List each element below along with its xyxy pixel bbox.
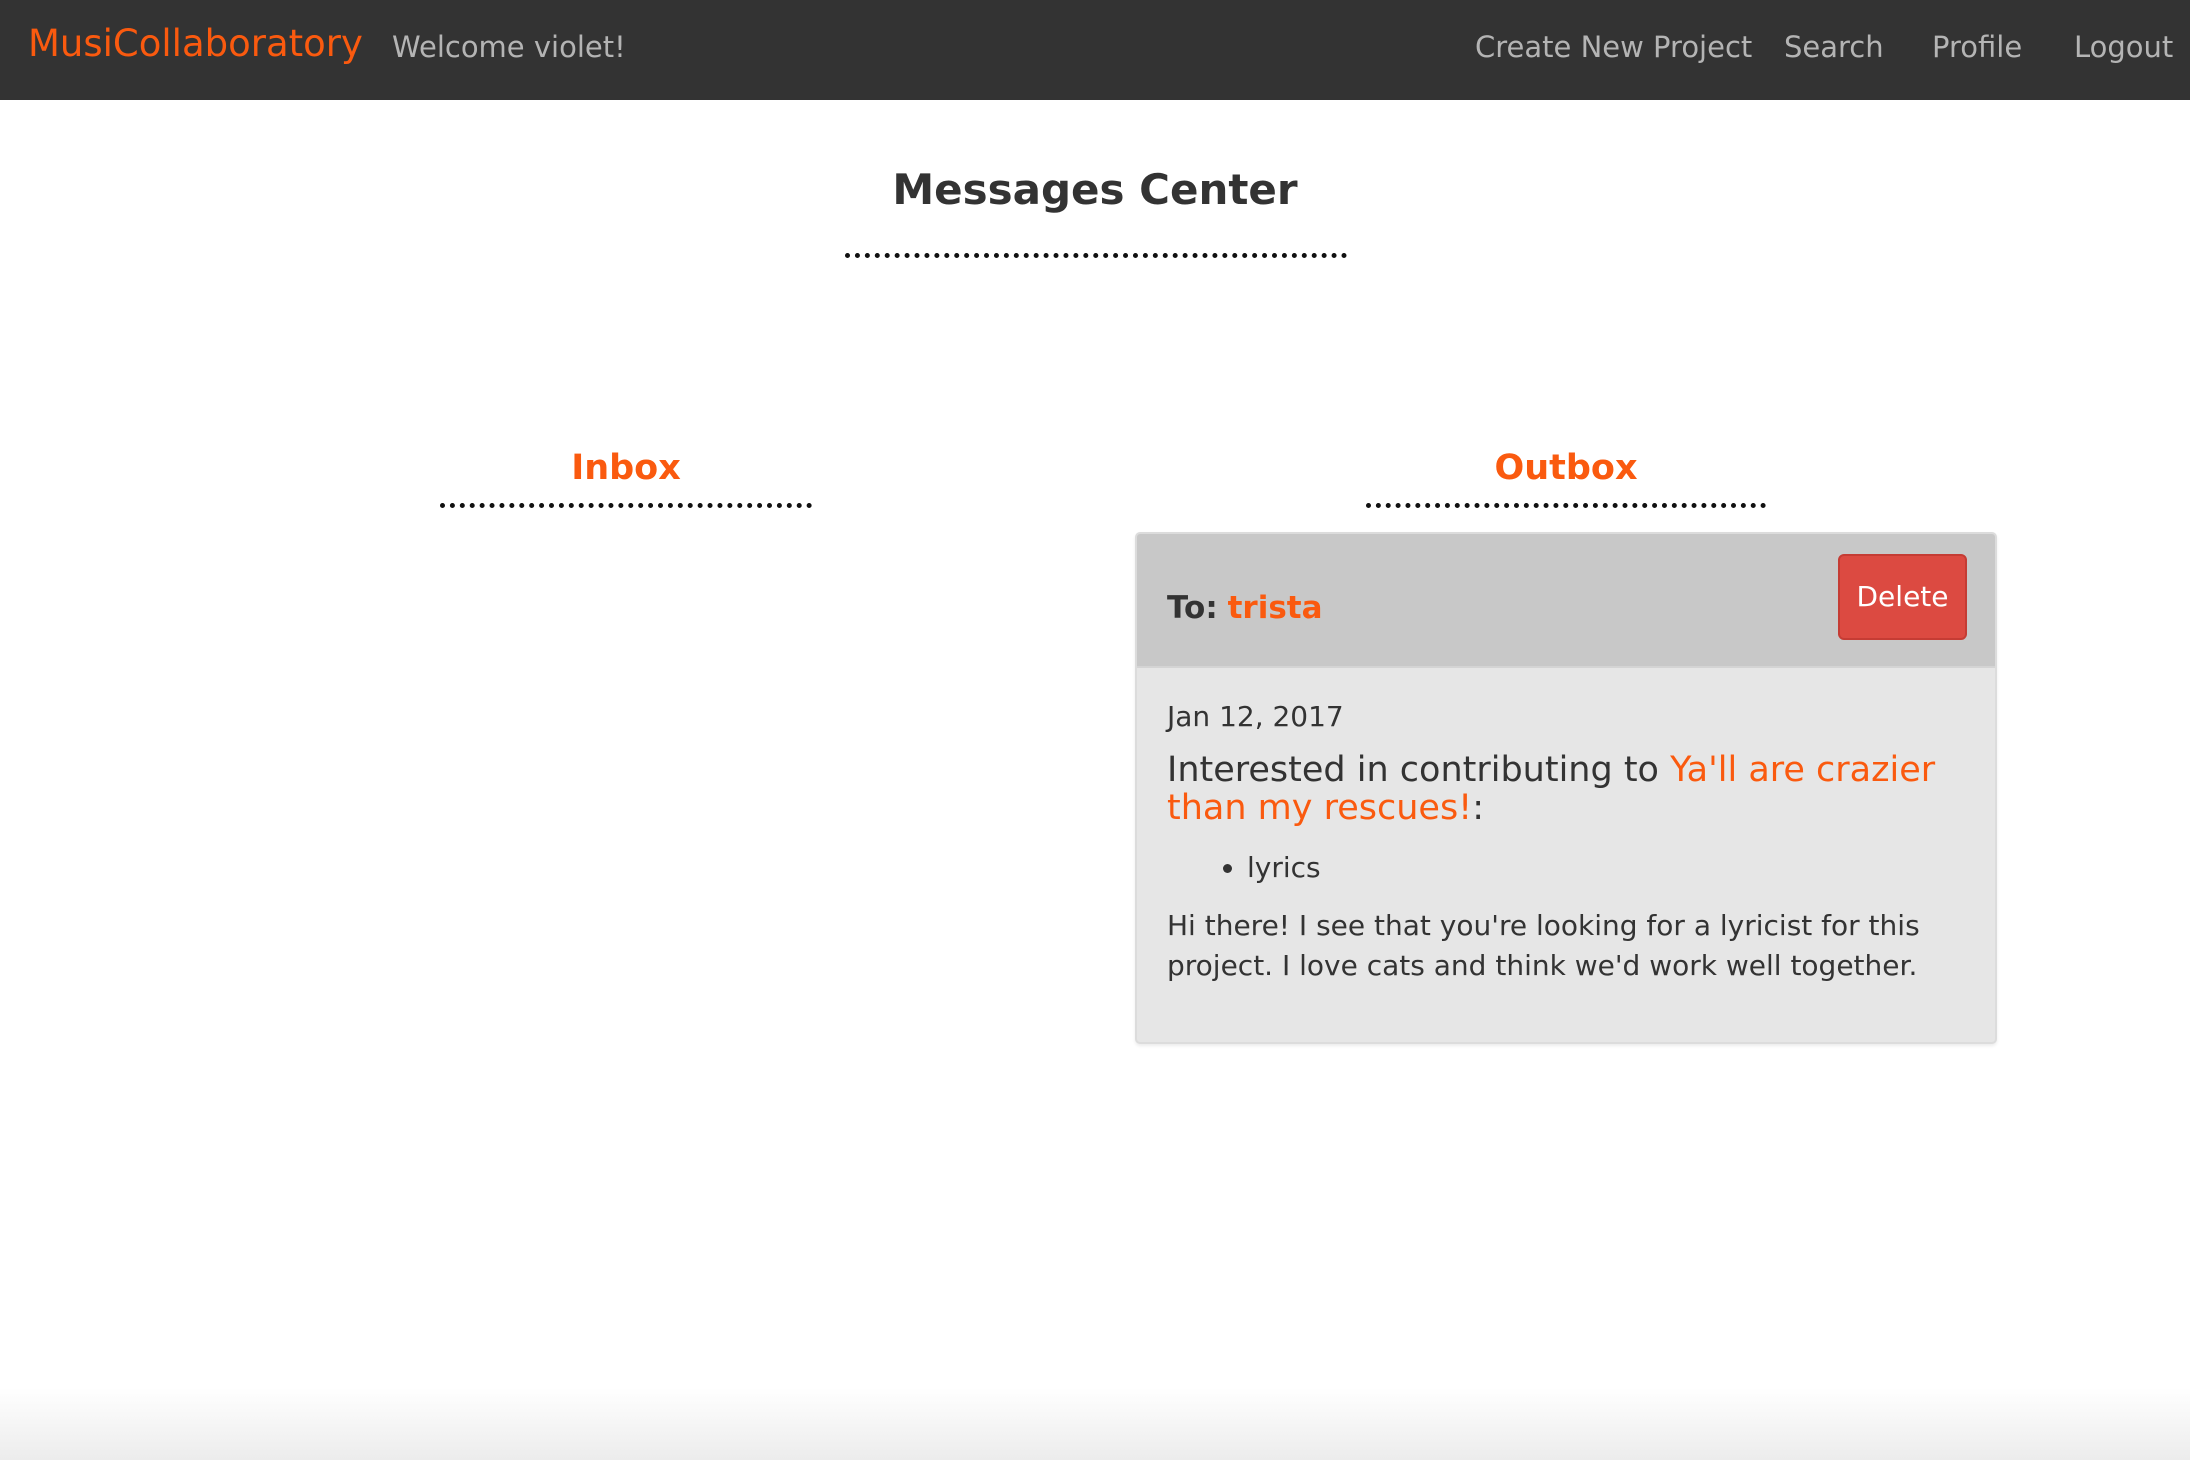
nav-profile-link[interactable]: Profile: [1932, 30, 2022, 64]
message-subject: Interested in contributing to Ya'll are …: [1167, 751, 1969, 827]
nav-search-link[interactable]: Search: [1784, 30, 1884, 64]
recipient-username-link[interactable]: trista: [1228, 590, 1323, 626]
bottom-fade: [0, 1388, 2190, 1460]
inbox-heading: Inbox: [571, 448, 681, 488]
subject-suffix: :: [1472, 788, 1485, 828]
message-roles-list: lyrics: [1167, 851, 1969, 884]
navbar: MusiCollaboratory Welcome violet! Create…: [0, 0, 2190, 100]
role-list-item: lyrics: [1247, 851, 1969, 884]
inbox-divider: [440, 503, 812, 508]
message-card-header: To: trista Delete: [1137, 534, 1995, 668]
title-divider: [845, 253, 1347, 258]
message-date: Jan 12, 2017: [1167, 700, 1344, 733]
message-card-body: Jan 12, 2017 Interested in contributing …: [1167, 700, 1969, 986]
brand-logo-link[interactable]: MusiCollaboratory: [28, 22, 363, 65]
welcome-message: Welcome violet!: [392, 30, 626, 64]
message-body-text: Hi there! I see that you're looking for …: [1167, 909, 1920, 982]
outbox-heading: Outbox: [1494, 448, 1638, 488]
page: MusiCollaboratory Welcome violet! Create…: [0, 0, 2190, 1460]
outbox-message-card: To: trista Delete Jan 12, 2017 Intereste…: [1135, 532, 1997, 1044]
nav-create-project-link[interactable]: Create New Project: [1475, 30, 1752, 64]
page-title: Messages Center: [892, 165, 1298, 214]
delete-message-button[interactable]: Delete: [1838, 554, 1967, 640]
subject-prefix: Interested in contributing to: [1167, 750, 1659, 790]
nav-logout-link[interactable]: Logout: [2074, 30, 2173, 64]
message-recipient-line: To: trista: [1167, 590, 1323, 626]
outbox-divider: [1366, 503, 1766, 508]
recipient-label: To:: [1167, 590, 1218, 626]
